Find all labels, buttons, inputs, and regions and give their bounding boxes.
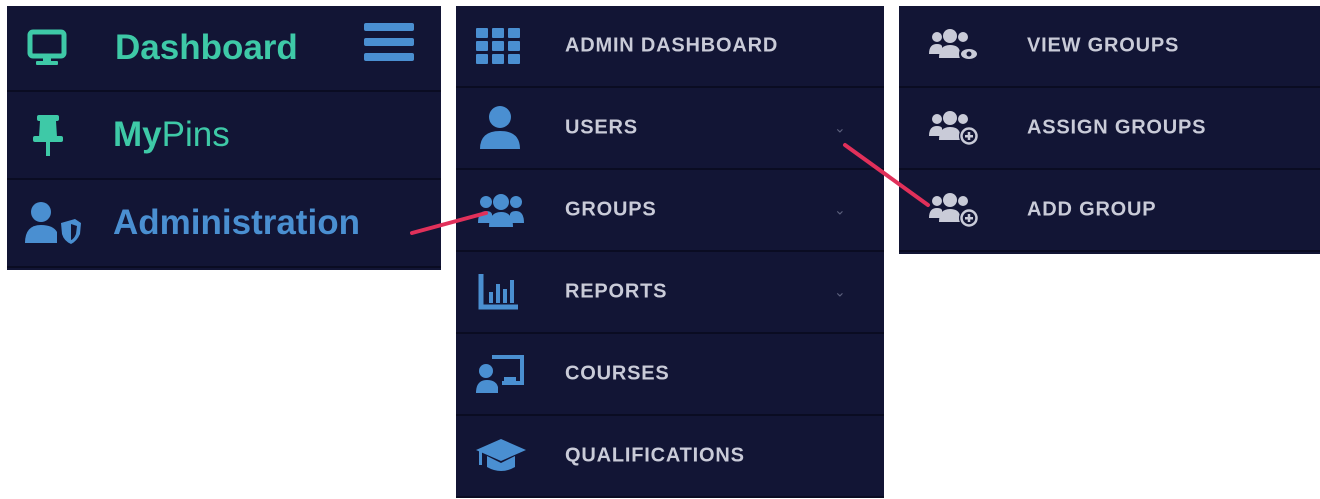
annotation-arrows (410, 143, 930, 235)
arrow-admin-to-groups (410, 211, 488, 235)
arrow-groups-to-add-group (843, 143, 930, 207)
